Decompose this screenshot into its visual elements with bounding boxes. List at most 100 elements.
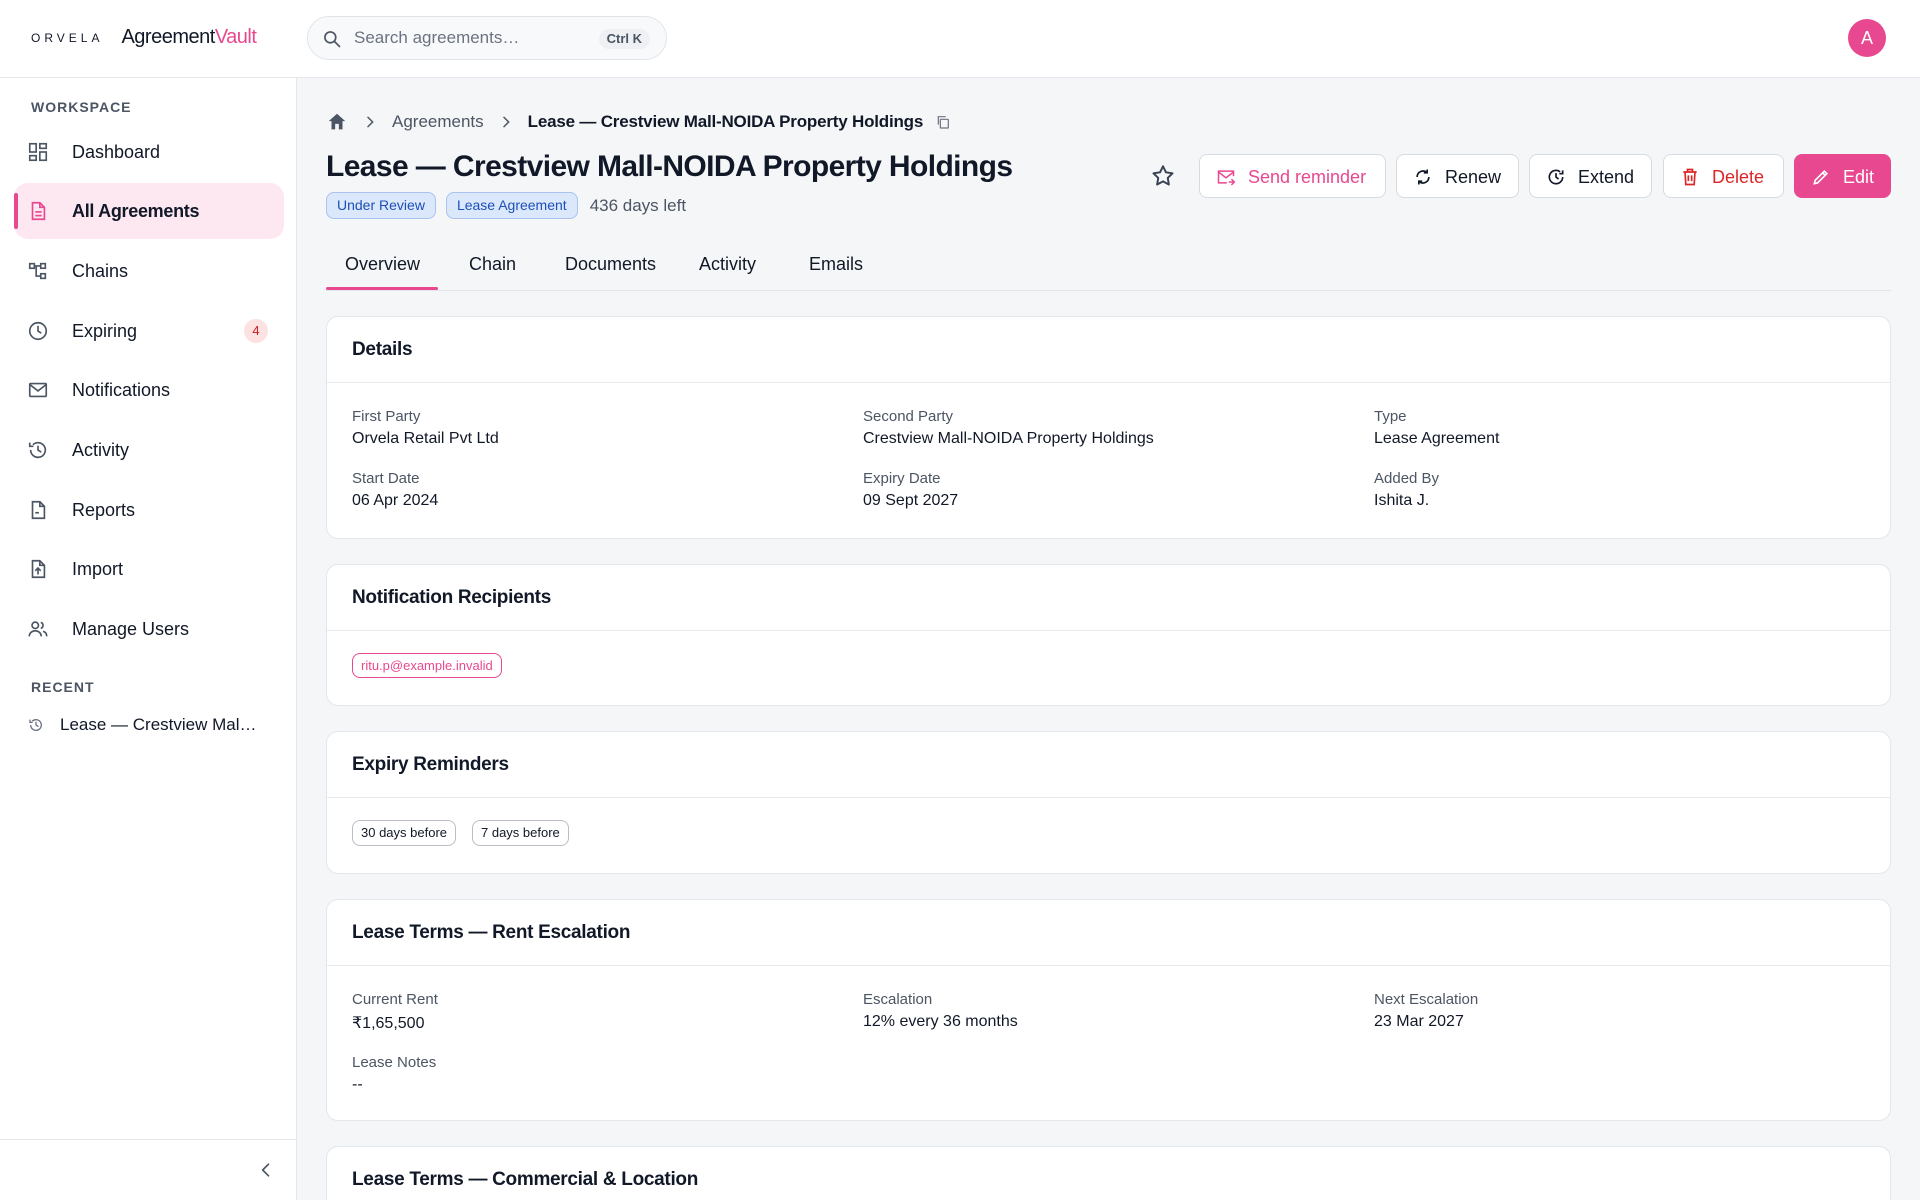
users-icon — [28, 621, 48, 637]
card-title: Lease Terms — Commercial & Location — [352, 1169, 699, 1190]
tab-activity[interactable]: Activity — [699, 254, 756, 275]
sidebar-item-label: Chains — [72, 260, 129, 281]
reminder-chip: 30 days before — [352, 820, 457, 846]
active-tab-indicator — [326, 287, 438, 290]
notification-recipients-card: Notification Recipients ritu.p@example.i… — [326, 564, 1891, 706]
sidebar-item-expiring[interactable]: Expiring 4 — [14, 303, 284, 359]
expiry-date-field: Expiry Date 09 Sept 2027 — [863, 470, 959, 509]
extend-button[interactable]: Extend — [1529, 154, 1652, 198]
breadcrumb-current: Lease — Crestview Mall-NOIDA Property Ho… — [527, 112, 924, 131]
chevron-right-icon — [502, 116, 510, 128]
sidebar-item-label: Expiring — [72, 320, 138, 341]
edit-button[interactable]: Edit — [1794, 154, 1891, 198]
edit-label: Edit — [1843, 167, 1875, 187]
sidebar-item-label: Notifications — [72, 379, 171, 400]
current-rent-field: Current Rent ₹1,65,500 — [352, 991, 438, 1032]
recipient-email-chip: ritu.p@example.invalid — [352, 653, 502, 678]
sidebar-item-label: Manage Users — [72, 618, 190, 639]
page-title: Lease — Crestview Mall-NOIDA Property Ho… — [326, 150, 1013, 183]
sidebar: WORKSPACE Dashboard All Agreements Chain… — [0, 78, 297, 1200]
document-icon — [31, 201, 46, 221]
search-input[interactable] — [354, 25, 584, 51]
card-header: Details — [327, 317, 1890, 383]
clock-icon — [28, 321, 48, 341]
expiry-reminders-card: Expiry Reminders 30 days before 7 days b… — [326, 731, 1891, 874]
home-icon[interactable] — [326, 111, 348, 133]
sidebar-footer — [0, 1139, 296, 1200]
card-title: Lease Terms — Rent Escalation — [352, 922, 631, 943]
dashboard-icon — [28, 142, 48, 162]
card-title: Expiry Reminders — [352, 754, 509, 775]
copy-icon[interactable] — [935, 114, 951, 130]
delete-label: Delete — [1712, 167, 1765, 187]
chain-icon — [28, 262, 47, 280]
card-header: Lease Terms — Commercial & Location — [327, 1147, 1890, 1200]
top-bar: ORVELA AgreementVault Ctrl K A — [0, 0, 1920, 78]
sidebar-item-label: Activity — [72, 439, 130, 460]
sidebar-item-dashboard[interactable]: Dashboard — [14, 124, 284, 180]
commercial-location-card: Lease Terms — Commercial & Location — [326, 1146, 1891, 1200]
card-header: Lease Terms — Rent Escalation — [327, 900, 1890, 966]
sidebar-item-import[interactable]: Import — [14, 541, 284, 597]
history-icon — [29, 719, 42, 731]
second-party-field: Second Party Crestview Mall-NOIDA Proper… — [863, 408, 1154, 447]
company-wordmark: ORVELA — [31, 30, 104, 45]
search-shortcut-hint: Ctrl K — [598, 29, 650, 49]
sidebar-item-activity[interactable]: Activity — [14, 422, 284, 478]
search-icon — [324, 31, 341, 48]
rent-escalation-card: Lease Terms — Rent Escalation Current Re… — [326, 899, 1891, 1121]
sidebar-item-label: Dashboard — [72, 141, 161, 162]
refresh-icon — [1416, 169, 1430, 185]
send-reminder-label: Send reminder — [1248, 167, 1367, 187]
renew-button[interactable]: Renew — [1396, 154, 1519, 198]
expiring-count-badge: 4 — [244, 319, 268, 343]
recent-item-label: Lease — Crestview Mall-NOIDA Property Ho… — [60, 715, 260, 734]
pencil-icon — [1813, 169, 1829, 185]
tab-emails[interactable]: Emails — [809, 254, 863, 275]
tab-overview[interactable]: Overview — [345, 254, 420, 275]
card-title: Notification Recipients — [352, 587, 551, 608]
tab-documents[interactable]: Documents — [565, 254, 656, 275]
history-icon — [28, 441, 47, 459]
trash-icon — [1683, 168, 1697, 186]
escalation-field: Escalation 12% every 36 months — [863, 991, 1018, 1030]
extend-clock-icon — [1548, 169, 1564, 185]
sidebar-item-manage-users[interactable]: Manage Users — [14, 601, 284, 657]
report-icon — [31, 500, 46, 520]
card-header: Expiry Reminders — [327, 732, 1890, 798]
agreement-tags: Under Review Lease Agreement 436 days le… — [326, 192, 686, 219]
search-bar: Ctrl K — [307, 16, 667, 60]
tab-chain[interactable]: Chain — [469, 254, 516, 275]
sidebar-item-label: All Agreements — [72, 200, 200, 221]
start-date-field: Start Date 06 Apr 2024 — [352, 470, 439, 509]
mail-icon — [28, 382, 48, 398]
lease-notes-field: Lease Notes -- — [352, 1054, 437, 1093]
breadcrumb-agreements-link[interactable]: Agreements — [392, 112, 484, 132]
details-card: Details First Party Orvela Retail Pvt Lt… — [326, 316, 1891, 539]
delete-button[interactable]: Delete — [1663, 154, 1784, 198]
brand-logo[interactable]: ORVELA AgreementVault — [31, 26, 257, 49]
renew-label: Renew — [1445, 167, 1502, 187]
sidebar-item-chains[interactable]: Chains — [14, 243, 284, 299]
sidebar-item-label: Import — [72, 558, 124, 579]
next-escalation-field: Next Escalation 23 Mar 2027 — [1374, 991, 1479, 1030]
sidebar-item-all-agreements[interactable]: All Agreements — [14, 183, 284, 239]
tab-bar: Overview Chain Documents Activity Emails — [326, 246, 1891, 291]
sidebar-section-workspace: WORKSPACE — [31, 99, 132, 115]
upload-icon — [31, 559, 46, 579]
sidebar-item-reports[interactable]: Reports — [14, 482, 284, 538]
status-badge: Under Review — [326, 192, 436, 219]
days-left-text: 436 days left — [589, 195, 687, 215]
first-party-field: First Party Orvela Retail Pvt Ltd — [352, 408, 499, 447]
send-reminder-button[interactable]: Send reminder — [1199, 154, 1386, 198]
breadcrumb: Agreements Lease — Crestview Mall-NOIDA … — [326, 110, 951, 134]
recent-item[interactable]: Lease — Crestview Mall-NOIDA Property Ho… — [28, 710, 278, 740]
star-icon[interactable] — [1150, 163, 1176, 189]
product-wordmark: AgreementVault — [121, 26, 257, 48]
sidebar-section-recent: RECENT — [31, 679, 95, 695]
user-avatar[interactable]: A — [1848, 19, 1886, 57]
type-field: Type Lease Agreement — [1374, 408, 1500, 447]
collapse-sidebar-icon[interactable] — [256, 1160, 276, 1180]
sidebar-item-notifications[interactable]: Notifications — [14, 362, 284, 418]
card-header: Notification Recipients — [327, 565, 1890, 631]
